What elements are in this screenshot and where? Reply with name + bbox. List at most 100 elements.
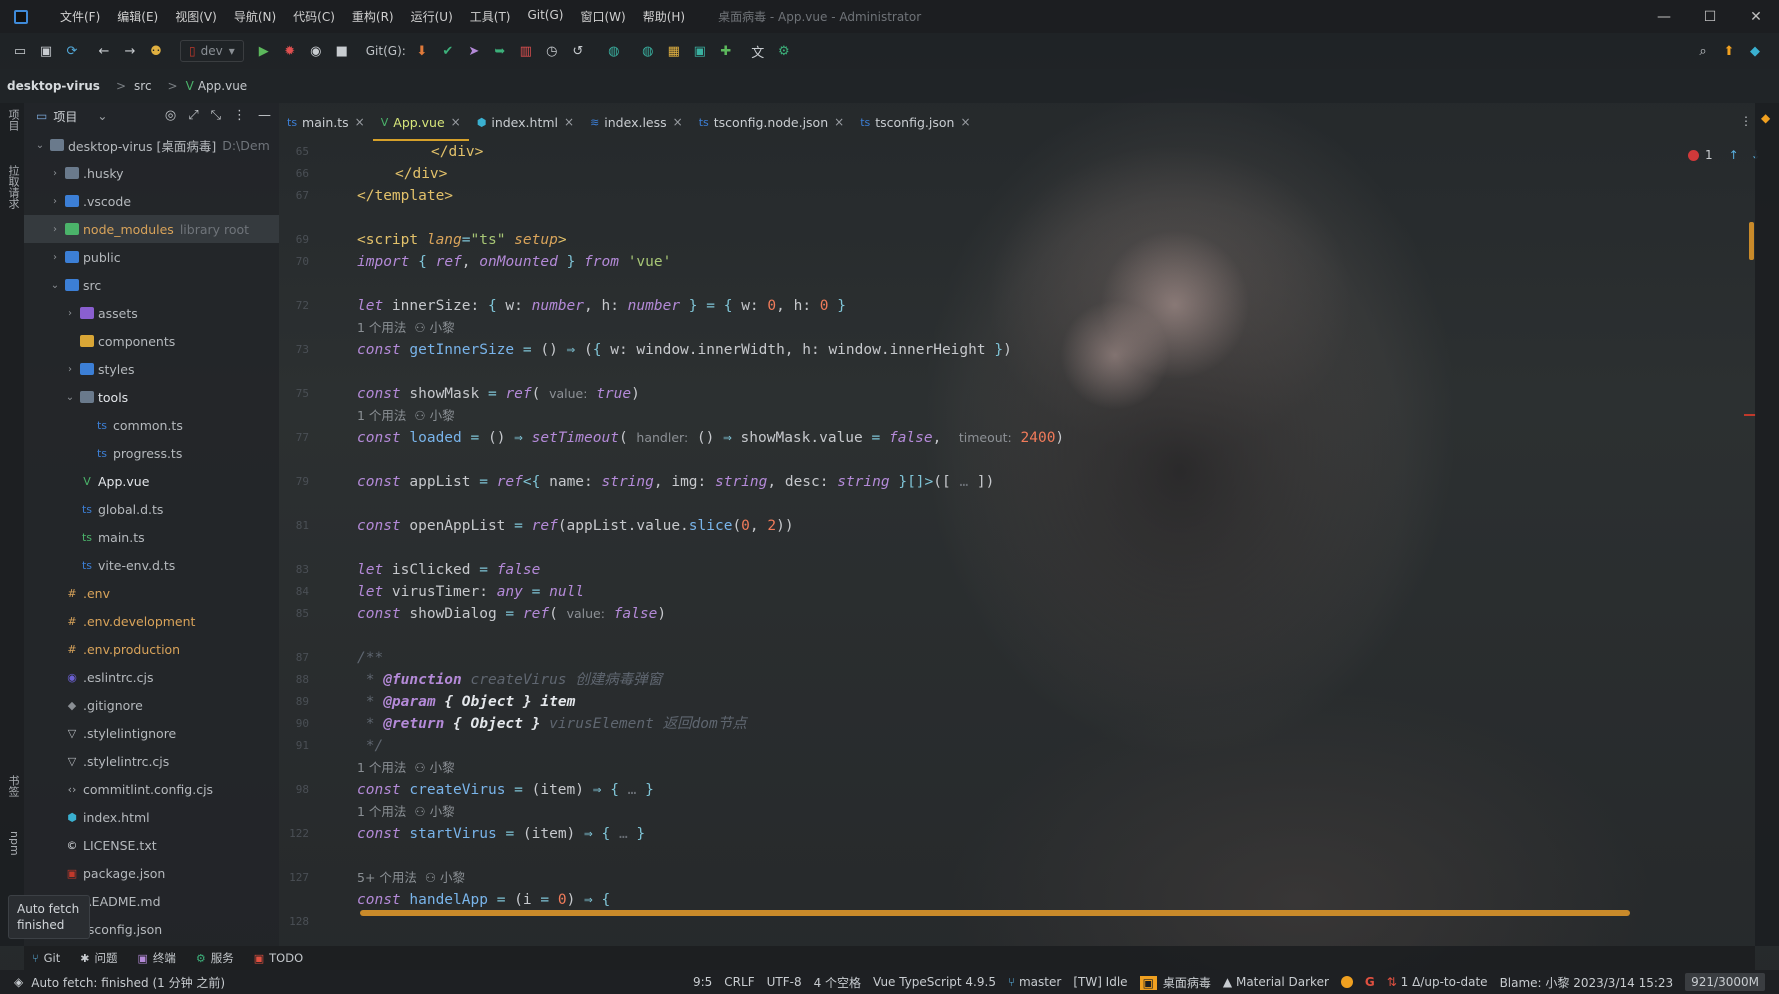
file-encoding[interactable]: UTF-8 [767, 975, 802, 989]
close-window-button[interactable]: ✕ [1733, 0, 1779, 33]
editor-tab[interactable]: ts tsconfig.json × [852, 103, 978, 141]
chevron-down-icon[interactable]: ⌄ [97, 109, 107, 123]
toolwindow-todo[interactable]: ▣ TODO [254, 951, 303, 965]
usage-hint[interactable]: 1 个用法 ⚇ 小黎 [357, 757, 455, 779]
git-push-icon[interactable]: ➤ [466, 43, 482, 59]
menu-item[interactable]: 导航(N) [234, 8, 276, 25]
forward-icon[interactable]: → [122, 43, 138, 59]
menu-item[interactable]: 视图(V) [175, 8, 217, 25]
ide-logo-icon[interactable]: ◆ [1747, 43, 1763, 59]
tree-item[interactable]: ‹› commitlint.config.cjs [24, 775, 279, 803]
chevron-right-icon[interactable]: › [49, 224, 61, 235]
tree-item[interactable]: ts common.ts [24, 411, 279, 439]
tree-item[interactable]: ◉ .eslintrc.cjs [24, 663, 279, 691]
menu-item[interactable]: 运行(U) [411, 8, 453, 25]
translate-icon[interactable]: 文 [750, 43, 766, 61]
locate-icon[interactable]: ◎ [165, 108, 176, 123]
git-history-icon[interactable]: ◷ [544, 43, 560, 59]
breadcrumb-project[interactable]: desktop-virus [7, 79, 100, 93]
menu-item[interactable]: 文件(F) [60, 8, 100, 25]
project-panel-title[interactable]: 项目 [53, 108, 77, 125]
toolwindow-terminal[interactable]: ▣ 终端 [137, 950, 175, 966]
close-tab-icon[interactable]: × [834, 115, 844, 129]
tree-item[interactable]: › node_modules library root [24, 215, 279, 243]
tree-item[interactable]: › .husky [24, 159, 279, 187]
git-update-icon[interactable]: ⬇ [414, 43, 430, 59]
editor-tab[interactable]: ⬢ index.html × [469, 103, 582, 141]
git-pull-request-icon[interactable]: ➥ [492, 43, 508, 59]
settings-gear-icon[interactable]: ⚙ [776, 43, 792, 59]
close-tab-icon[interactable]: × [673, 115, 683, 129]
chevron-down-icon[interactable]: ⌄ [34, 140, 46, 151]
menu-item[interactable]: 编辑(E) [117, 8, 158, 25]
menu-item[interactable]: 帮助(H) [643, 8, 685, 25]
code-editor[interactable]: </div> </div> </template> <script lang="… [357, 141, 1737, 916]
expand-all-icon[interactable]: ⤢ [188, 108, 198, 123]
close-tab-icon[interactable]: × [451, 115, 461, 129]
save-all-icon[interactable]: ▣ [38, 43, 54, 59]
usage-hint[interactable]: 1 个用法 ⚇ 小黎 [357, 801, 455, 823]
stripe-bookmarks[interactable]: 书签 [3, 775, 21, 797]
close-tab-icon[interactable]: × [564, 115, 574, 129]
git-rollback-icon[interactable]: ↺ [570, 43, 586, 59]
tree-item[interactable]: › styles [24, 355, 279, 383]
chevron-right-icon[interactable]: › [64, 364, 76, 375]
chevron-right-icon[interactable]: › [49, 168, 61, 179]
toolwindow-git[interactable]: ⑂ Git [32, 951, 60, 965]
editor-tab[interactable]: ≋ index.less × [582, 103, 691, 141]
tree-item[interactable]: ▽ .stylelintrc.cjs [24, 747, 279, 775]
auto-fetch-toast[interactable]: Auto fetch finished [8, 895, 90, 939]
git-blame[interactable]: Blame: 小黎 2023/3/14 15:23 [1500, 974, 1674, 991]
usage-hint[interactable]: 1 个用法 ⚇ 小黎 [357, 317, 455, 339]
usage-hint[interactable]: 5+ 个用法 ⚇ 小黎 [357, 867, 465, 889]
vertical-scrollbar[interactable] [1749, 222, 1754, 260]
stripe-project[interactable]: 项目 [3, 109, 21, 131]
profile-icon[interactable]: ◉ [308, 43, 324, 59]
search-icon[interactable]: ⌕ [1695, 43, 1711, 59]
users-icon[interactable]: ⚉ [148, 43, 164, 59]
git-branch-widget[interactable]: ⑂ master [1008, 975, 1061, 989]
vcs-status-widget[interactable]: ⇅ 1 Δ/up-to-date [1387, 975, 1488, 989]
status-message[interactable]: Auto fetch: finished (1 分钟 之前) [31, 974, 225, 991]
editor-tab[interactable]: ts tsconfig.node.json × [691, 103, 852, 141]
chevron-right-icon[interactable]: › [49, 252, 61, 263]
menu-item[interactable]: 工具(T) [470, 8, 511, 25]
tree-item[interactable]: ▽ .stylelintignore [24, 719, 279, 747]
chevron-down-icon[interactable]: ⌄ [49, 280, 61, 291]
chevron-down-icon[interactable]: ⌄ [64, 392, 76, 403]
tree-item[interactable]: › public [24, 243, 279, 271]
tree-item[interactable]: components [24, 327, 279, 355]
tree-item[interactable]: ⬢ index.html [24, 803, 279, 831]
more-options-icon[interactable]: ⋮ [233, 108, 246, 123]
tree-item[interactable]: # .env.production [24, 635, 279, 663]
plugin-grid-icon[interactable]: ▦ [666, 43, 682, 59]
breadcrumb-file[interactable]: App.vue [198, 79, 247, 93]
debug-icon[interactable]: ✹ [282, 43, 298, 59]
menu-item[interactable]: 窗口(W) [580, 8, 625, 25]
breadcrumb-folder[interactable]: src [134, 79, 152, 93]
hide-panel-icon[interactable]: — [258, 108, 271, 123]
run-icon[interactable]: ▶ [256, 43, 272, 59]
usage-hint[interactable]: 1 个用法 ⚇ 小黎 [357, 405, 455, 427]
minimize-button[interactable]: — [1641, 0, 1687, 33]
tree-item[interactable]: V App.vue [24, 467, 279, 495]
stripe-pull-requests[interactable]: 拉取请求 [3, 165, 21, 209]
memory-indicator[interactable]: 921/3000M [1685, 973, 1765, 991]
sync-icon[interactable]: ⟳ [64, 43, 80, 59]
tree-item[interactable]: ⌄ tools [24, 383, 279, 411]
caret-position[interactable]: 9:5 [693, 975, 712, 989]
tree-item[interactable]: # .env [24, 579, 279, 607]
plugin-box-icon[interactable]: ▣ [692, 43, 708, 59]
toolwindow-services[interactable]: ⚙ 服务 [196, 950, 234, 966]
collapse-all-icon[interactable]: ⤡ [211, 108, 221, 123]
theme-widget[interactable]: ▲ Material Darker [1223, 975, 1329, 989]
close-tab-icon[interactable]: × [960, 115, 970, 129]
theme-status-icon[interactable] [1340, 976, 1353, 988]
tree-item[interactable]: ts progress.ts [24, 439, 279, 467]
project-widget[interactable]: ▣ 桌面病毒 [1139, 974, 1211, 991]
language-service[interactable]: Vue TypeScript 4.9.5 [873, 975, 996, 989]
stop-icon[interactable]: ■ [334, 43, 350, 59]
maximize-button[interactable]: ☐ [1687, 0, 1733, 33]
tree-item[interactable]: › .vscode [24, 187, 279, 215]
chevron-right-icon[interactable]: › [64, 308, 76, 319]
